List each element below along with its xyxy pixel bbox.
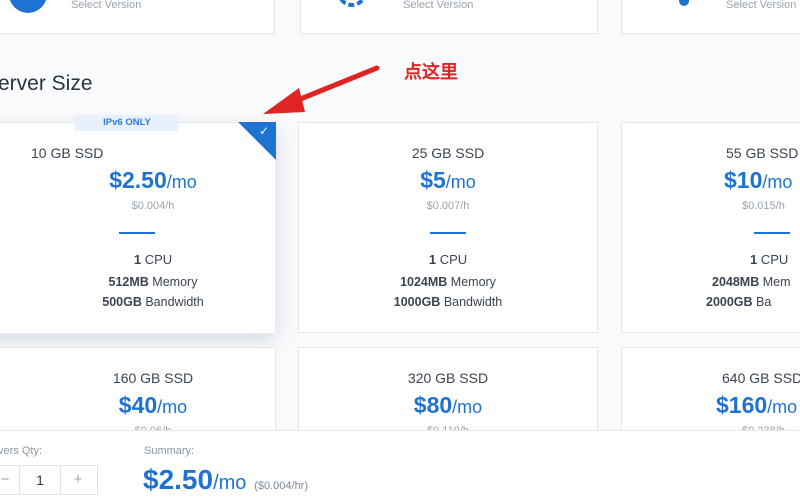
quantity-stepper: − 1 + xyxy=(0,465,98,495)
plan-price: $5/mo xyxy=(420,167,476,193)
version-label: Select Version xyxy=(403,0,474,11)
plan-storage: 55 GB SSD xyxy=(726,145,799,161)
plan-bandwidth: 1000GB Bandwidth xyxy=(393,295,503,309)
plan-memory: 512MB Memory xyxy=(108,275,198,289)
plan-cpu: 1 CPU xyxy=(133,252,173,267)
version-label: Select Version xyxy=(71,0,142,11)
summary-price: $2.50/mo ($0.004/hr) xyxy=(143,464,309,495)
divider xyxy=(754,232,790,234)
plan-bandwidth: 2000GB Ba xyxy=(706,295,772,309)
plan-storage: 25 GB SSD xyxy=(411,145,485,161)
annotation-text: 点这里 xyxy=(404,62,458,83)
plan-memory: 2048MB Mem xyxy=(712,275,791,289)
version-card-2[interactable]: Select Version xyxy=(300,0,598,34)
plan-cpu: 1 CPU xyxy=(428,252,468,267)
check-icon: ✓ xyxy=(258,124,270,138)
plan-storage: 640 GB SSD xyxy=(722,370,800,386)
plan-price: $160/mo xyxy=(716,392,798,418)
os-logo-icon xyxy=(658,0,696,11)
plan-memory: 1024MB Memory xyxy=(400,275,496,289)
section-title-server-size: erver Size xyxy=(0,72,93,95)
increment-button[interactable]: + xyxy=(59,466,97,494)
plan-price: $10/mo xyxy=(724,167,793,193)
plan-hourly: $0.004/h xyxy=(131,200,175,212)
version-card-1[interactable]: Select Version xyxy=(0,0,275,34)
decrement-button[interactable]: − xyxy=(0,466,19,494)
plan-storage: 10 GB SSD xyxy=(31,145,104,161)
plan-price: $2.50/mo xyxy=(109,167,197,193)
plan-card-55gb[interactable]: 55 GB SSD $10/mo $0.015/h 1 CPU 2048MB M… xyxy=(621,122,800,333)
plan-cpu: 1 CPU xyxy=(750,252,789,267)
order-summary-bar: vers Qty: − 1 + Summary: $2.50/mo ($0.00… xyxy=(0,430,800,501)
plan-card-25gb[interactable]: 25 GB SSD $5/mo $0.007/h 1 CPU 1024MB Me… xyxy=(298,122,598,333)
divider xyxy=(119,232,155,234)
version-label: Select Version xyxy=(726,0,797,11)
annotation-arrow-icon xyxy=(263,65,380,114)
plan-storage: 320 GB SSD xyxy=(407,370,489,386)
version-card-3[interactable]: Select Version xyxy=(621,0,800,34)
plan-price: $80/mo xyxy=(413,392,483,418)
plan-hourly: $0.015/h xyxy=(742,200,785,212)
servers-qty-label: vers Qty: xyxy=(0,445,43,457)
plan-price: $40/mo xyxy=(118,392,188,418)
summary-label: Summary: xyxy=(144,445,195,457)
gear-logo-icon xyxy=(333,0,371,11)
plan-card-10gb[interactable]: IPv6 ONLY ✓ 10 GB SSD $2.50/mo $0.004/h … xyxy=(0,115,276,334)
os-logo-icon xyxy=(9,0,47,13)
ipv6-badge: IPv6 ONLY xyxy=(75,115,179,131)
plan-storage: 160 GB SSD xyxy=(112,370,194,386)
plan-hourly: $0.007/h xyxy=(426,200,470,212)
plan-bandwidth: 500GB Bandwidth xyxy=(102,295,204,309)
divider xyxy=(430,232,466,234)
quantity-input[interactable]: 1 xyxy=(19,466,61,494)
